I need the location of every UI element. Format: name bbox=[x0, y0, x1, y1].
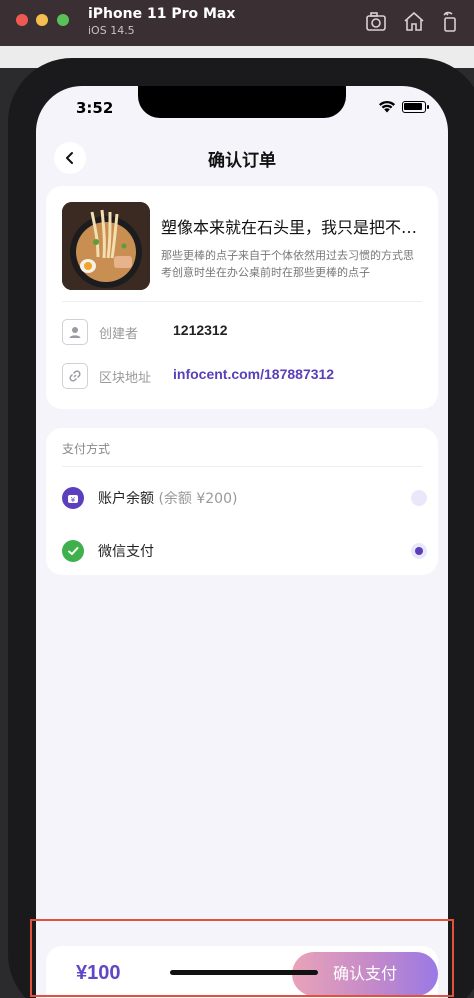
wifi-icon bbox=[379, 100, 395, 113]
simulator-device-name: iPhone 11 Pro Max bbox=[88, 6, 236, 22]
balance-label: 账户余额 bbox=[98, 491, 154, 507]
screenshot-icon[interactable] bbox=[364, 10, 388, 34]
product-thumbnail[interactable] bbox=[62, 202, 150, 290]
product-description: 那些更棒的点子来自于个体依然用过去习惯的方式思考创意时坐在办公桌前时在那些更棒的… bbox=[161, 249, 414, 279]
app-screen: 3:52 确认订单 塑像本来就在石头里，我只是把不需 那些更棒的点子来自于个体依… bbox=[36, 86, 448, 998]
product-title: 塑像本来就在石头里，我只是把不需要的部分去掉 bbox=[161, 218, 425, 237]
radio-wechat[interactable] bbox=[411, 543, 427, 559]
highlight-box bbox=[30, 919, 454, 997]
home-icon[interactable] bbox=[402, 10, 426, 34]
divider bbox=[62, 301, 422, 302]
volume-down-button bbox=[4, 345, 8, 405]
order-card: 塑像本来就在石头里，我只是把不需要的部分去掉 那些更棒的点子来自于个体依然用过去… bbox=[46, 186, 438, 409]
rotate-icon[interactable] bbox=[438, 10, 462, 34]
volume-up-button bbox=[4, 270, 8, 330]
payment-heading: 支付方式 bbox=[62, 442, 111, 456]
status-icons bbox=[378, 100, 434, 114]
creator-label: 创建者 bbox=[99, 327, 139, 342]
wechat-icon bbox=[62, 540, 84, 562]
simulator-title-bar: iPhone 11 Pro Max iOS 14.5 bbox=[0, 0, 474, 46]
payment-option-wechat[interactable]: 微信支付 bbox=[62, 538, 427, 564]
wallet-icon: ¥ bbox=[62, 487, 84, 509]
balance-note: (余额 ¥200) bbox=[158, 491, 238, 507]
link-icon bbox=[62, 363, 88, 389]
notch bbox=[138, 86, 346, 118]
svg-text:¥: ¥ bbox=[71, 496, 76, 504]
simulator-os-version: iOS 14.5 bbox=[88, 24, 135, 37]
address-label: 区块地址 bbox=[99, 371, 152, 386]
address-row: 区块地址 infocent.com/187887312 bbox=[62, 363, 422, 389]
user-icon bbox=[62, 319, 88, 345]
divider bbox=[62, 466, 422, 467]
status-time: 3:52 bbox=[76, 99, 114, 117]
zoom-window-button[interactable] bbox=[57, 14, 69, 26]
payment-option-balance[interactable]: ¥ 账户余额 (余额 ¥200) bbox=[62, 485, 427, 511]
address-link[interactable]: infocent.com/187887312 bbox=[173, 366, 334, 382]
minimize-window-button[interactable] bbox=[36, 14, 48, 26]
creator-value: 1212312 bbox=[173, 322, 228, 338]
wechat-label: 微信支付 bbox=[98, 544, 154, 560]
creator-row: 创建者 1212312 bbox=[62, 319, 422, 345]
close-window-button[interactable] bbox=[16, 14, 28, 26]
radio-balance[interactable] bbox=[411, 490, 427, 506]
page-title: 确认订单 bbox=[208, 151, 276, 171]
side-button bbox=[4, 200, 8, 230]
payment-option-label: 账户余额 (余额 ¥200) bbox=[98, 488, 237, 508]
payment-card: 支付方式 ¥ 账户余额 (余额 ¥200) 微信支付 bbox=[46, 428, 438, 575]
battery-icon bbox=[402, 101, 429, 113]
